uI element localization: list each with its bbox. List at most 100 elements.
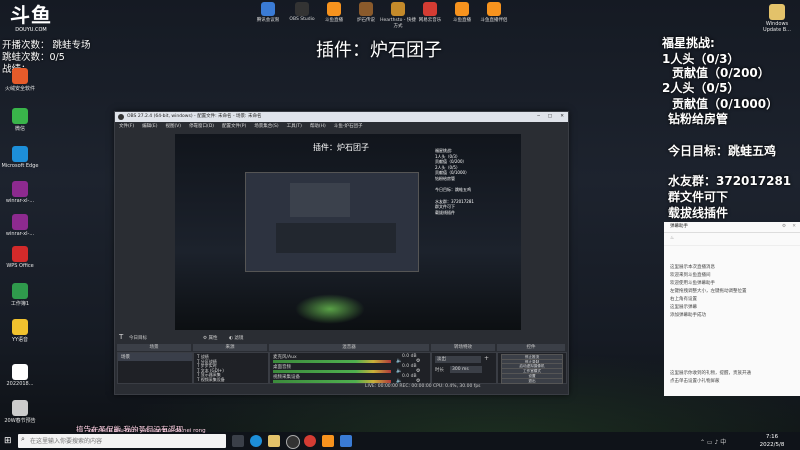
app-icon: [12, 319, 28, 335]
preview-tent-glow: [295, 294, 365, 324]
duration-input[interactable]: 300 ms: [450, 366, 482, 373]
chat-header: 弹幕助手 ⚙ ✕: [664, 222, 800, 233]
windows-start-icon[interactable]: ⊞: [4, 436, 14, 446]
chat-message: 这里展示弹幕: [670, 305, 697, 310]
dock-title-scenes: 场景: [117, 344, 191, 351]
app-icon: [12, 214, 28, 230]
menu-item[interactable]: 帮助(H): [310, 124, 326, 129]
desktop-icon-windows-update[interactable]: Windows Update B...: [758, 4, 796, 33]
desktop-icon[interactable]: 火绒安全软件: [0, 68, 40, 92]
desktop-icon[interactable]: 2022018...: [0, 364, 40, 387]
center-plugin-title: 插件：炉石团子: [316, 40, 442, 61]
chat-message-list[interactable]: 这里展示本次直播消息 欢迎来到斗鱼直播间 欢迎使用斗鱼弹幕助手 左键拖拽调整大小，左键…: [664, 246, 800, 386]
chat-message: 欢迎来到斗鱼直播间: [670, 273, 711, 278]
dock-title-mixer: 混音器: [269, 344, 429, 351]
ime-composition-text: zai zhe li shu ru ni yao sou suo de nei …: [88, 428, 206, 434]
desktop-top-icon[interactable]: 斗鱼直播: [316, 2, 352, 23]
desktop-top-icon[interactable]: OBS Studio: [284, 2, 320, 22]
search-input[interactable]: [30, 434, 220, 448]
volume-meter: [273, 360, 391, 363]
taskview-icon[interactable]: [232, 435, 244, 447]
app-icon: [12, 68, 28, 84]
mixer-track-db: 0.0 dB: [402, 364, 417, 369]
tray-icons[interactable]: ⌃ ▭ ♪ 中: [700, 437, 726, 446]
menu-item[interactable]: 配置文件(P): [222, 124, 246, 129]
challenge-2-heads: 2人头（0/5）: [662, 81, 740, 95]
taskbar-search-box[interactable]: ⌕ zai zhe li shu ru ni yao sou suo de ne…: [18, 428, 226, 448]
obs-window[interactable]: OBS 27.2.4 (64-bit, windows) - 配置文件: 未命名…: [114, 111, 569, 395]
plugin-download-line: 载拔线插件: [668, 206, 729, 220]
obs-taskbar-icon[interactable]: [286, 435, 300, 449]
chat-stats-row: ♨: [664, 233, 800, 246]
maximize-icon[interactable]: □: [548, 112, 552, 122]
group-file-line: 群文件可下: [668, 190, 729, 204]
desktop-icon[interactable]: 20W春节预告: [0, 400, 40, 424]
close-icon[interactable]: ✕: [560, 112, 564, 122]
obs-menubar: 文件(F) 编辑(E) 视图(V) 停靠窗口(D) 配置文件(P) 场景集合(S) 工具(T…: [115, 122, 568, 131]
preview-right-overlay: 福星挑战: 1人头（0/3） 贡献值（0/200） 2人头（0/5） 贡献值（0…: [435, 148, 474, 215]
explorer-taskbar-icon[interactable]: [268, 435, 280, 447]
desktop-top-icon[interactable]: 炉石传说: [348, 2, 384, 23]
app-taskbar-icon[interactable]: [340, 435, 352, 447]
close-icon[interactable]: ✕: [792, 222, 796, 232]
properties-button[interactable]: ⚙ 属性: [203, 335, 217, 341]
desktop-icon[interactable]: WPS Office: [0, 246, 40, 269]
filters-button[interactable]: ◐ 滤镜: [229, 335, 243, 341]
add-transition-icon[interactable]: +: [484, 355, 489, 362]
menu-item[interactable]: 工具(T): [287, 124, 302, 129]
desktop-top-icon[interactable]: 网易云音乐: [412, 2, 448, 23]
source-item[interactable]: T 视频采集设备: [197, 377, 225, 383]
edge-taskbar-icon[interactable]: [250, 435, 262, 447]
minimize-icon[interactable]: ─: [537, 112, 540, 122]
menu-item[interactable]: 斗鱼-炉石团子: [334, 124, 363, 129]
app-icon: [12, 246, 28, 262]
chat-message: 左键拖拽调整大小，左键拖动调整位置: [670, 289, 747, 294]
clock[interactable]: 7:16 2022/5/8: [752, 433, 792, 449]
douyu-logo-mark: 斗鱼: [10, 3, 52, 27]
menu-item[interactable]: 停靠窗口(D): [189, 124, 214, 129]
menu-item[interactable]: 文件(F): [119, 124, 134, 129]
chat-message: 右上角有设置: [670, 297, 697, 302]
chat-message: 这里展示你收到的礼物，提醒，贵族开通: [670, 371, 751, 376]
menu-item[interactable]: 场景集合(S): [254, 124, 278, 129]
obs-titlebar[interactable]: OBS 27.2.4 (64-bit, windows) - 配置文件: 未命名…: [115, 112, 568, 122]
app-icon: [487, 2, 501, 16]
desktop-icon[interactable]: YY语音: [0, 319, 40, 343]
transition-select[interactable]: 淡出: [435, 356, 481, 363]
menu-item[interactable]: 视图(V): [165, 124, 181, 129]
heat-icon: ♨: [670, 236, 675, 241]
fan-manager-line: 钻粉给房管: [668, 112, 729, 126]
sources-dock: T 战绩 T 分区战绩 T 步步实时 T 文本 (GDI+) T 显示器采集 T 视频采集…: [193, 352, 269, 384]
desktop-icon[interactable]: winrar-xl-...: [0, 214, 40, 237]
app-icon: [12, 181, 28, 197]
app-icon: [423, 2, 437, 16]
menu-item[interactable]: 编辑(E): [142, 124, 157, 129]
app-icon: [12, 146, 28, 162]
control-button[interactable]: 退出: [501, 377, 563, 384]
obs-status-bar: LIVE: 00:00:00 REC: 00:00:00 CPU: 0.4%, …: [365, 384, 481, 389]
desktop-top-icon[interactable]: Hearthsto - 快捷方式: [380, 2, 416, 29]
desktop-icon[interactable]: 微信: [0, 108, 40, 132]
app-icon: [12, 283, 28, 299]
search-icon: ⌕: [21, 435, 25, 443]
danmu-assistant-panel[interactable]: 弹幕助手 ⚙ ✕ ♨ 这里展示本次直播消息 欢迎来到斗鱼直播间 欢迎使用斗鱼弹幕助手…: [664, 222, 800, 396]
netease-music-taskbar-icon[interactable]: [304, 435, 316, 447]
obs-icon: [118, 114, 124, 120]
transitions-dock: 淡出 + 时长 300 ms: [431, 352, 497, 384]
desktop-top-icon[interactable]: 斗鱼直播伴侣: [476, 2, 512, 23]
volume-meter: [273, 380, 391, 383]
settings-icon[interactable]: ⚙: [782, 222, 786, 232]
challenge-title: 福星挑战:: [662, 36, 715, 50]
desktop-icon[interactable]: winrar-xl-...: [0, 181, 40, 204]
qq-group: 水友群：372017281: [668, 174, 792, 188]
scene-label: 今日目标: [129, 336, 147, 341]
desktop-icon[interactable]: 工作簿1: [0, 283, 40, 307]
desktop-icon[interactable]: Microsoft Edge: [0, 146, 40, 169]
obs-preview[interactable]: 插件：炉石团子 福星挑战: 1人头（0/3） 贡献值（0/200） 2人头（0/…: [175, 134, 521, 330]
desktop-top-icon[interactable]: 腾讯会议限: [250, 2, 286, 23]
desktop-top-icon[interactable]: 斗鱼直播: [444, 2, 480, 23]
chat-message: 这里展示本次直播消息: [670, 265, 715, 270]
app-icon: [261, 2, 275, 16]
scene-item[interactable]: 场景: [118, 353, 192, 361]
douyu-taskbar-icon[interactable]: [322, 435, 334, 447]
